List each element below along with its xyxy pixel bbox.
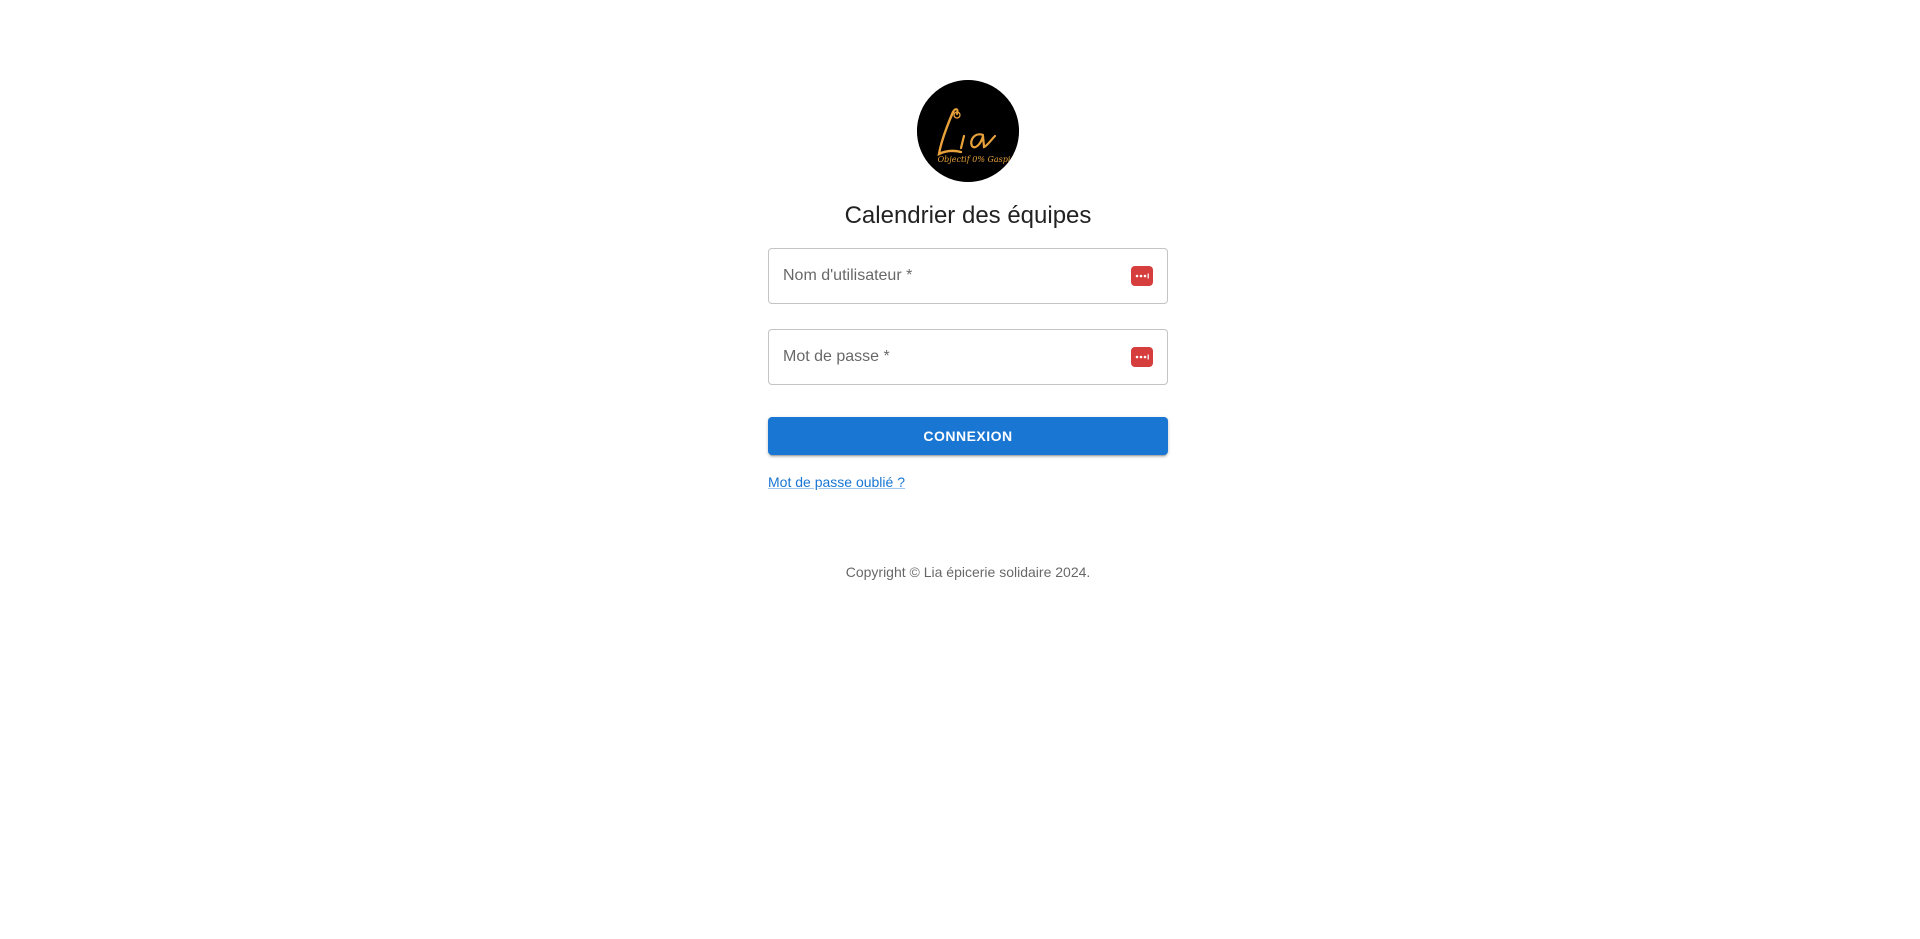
links-row: Mot de passe oublié ? [768,474,1168,492]
username-input[interactable] [769,249,1119,303]
brand-logo: Objectif 0% Gaspi [917,80,1019,182]
password-field[interactable]: Mot de passe * [768,329,1168,385]
login-button[interactable]: CONNEXION [768,417,1168,455]
page-title: Calendrier des équipes [844,202,1092,229]
logo-graphic: Objectif 0% Gaspi [917,80,1019,182]
login-container: Objectif 0% Gaspi Calendrier des équipes… [768,80,1168,582]
login-form: Nom d'utilisateur * Mot de passe * CONNE… [768,248,1168,492]
password-input[interactable] [769,330,1119,384]
password-manager-icon[interactable] [1131,266,1153,286]
forgot-password-link[interactable]: Mot de passe oublié ? [768,474,905,490]
password-manager-icon[interactable] [1131,347,1153,367]
logo-tagline: Objectif 0% Gaspi [938,155,1011,164]
username-field[interactable]: Nom d'utilisateur * [768,248,1168,304]
copyright-text: Copyright © Lia épicerie solidaire 2024. [845,564,1091,580]
